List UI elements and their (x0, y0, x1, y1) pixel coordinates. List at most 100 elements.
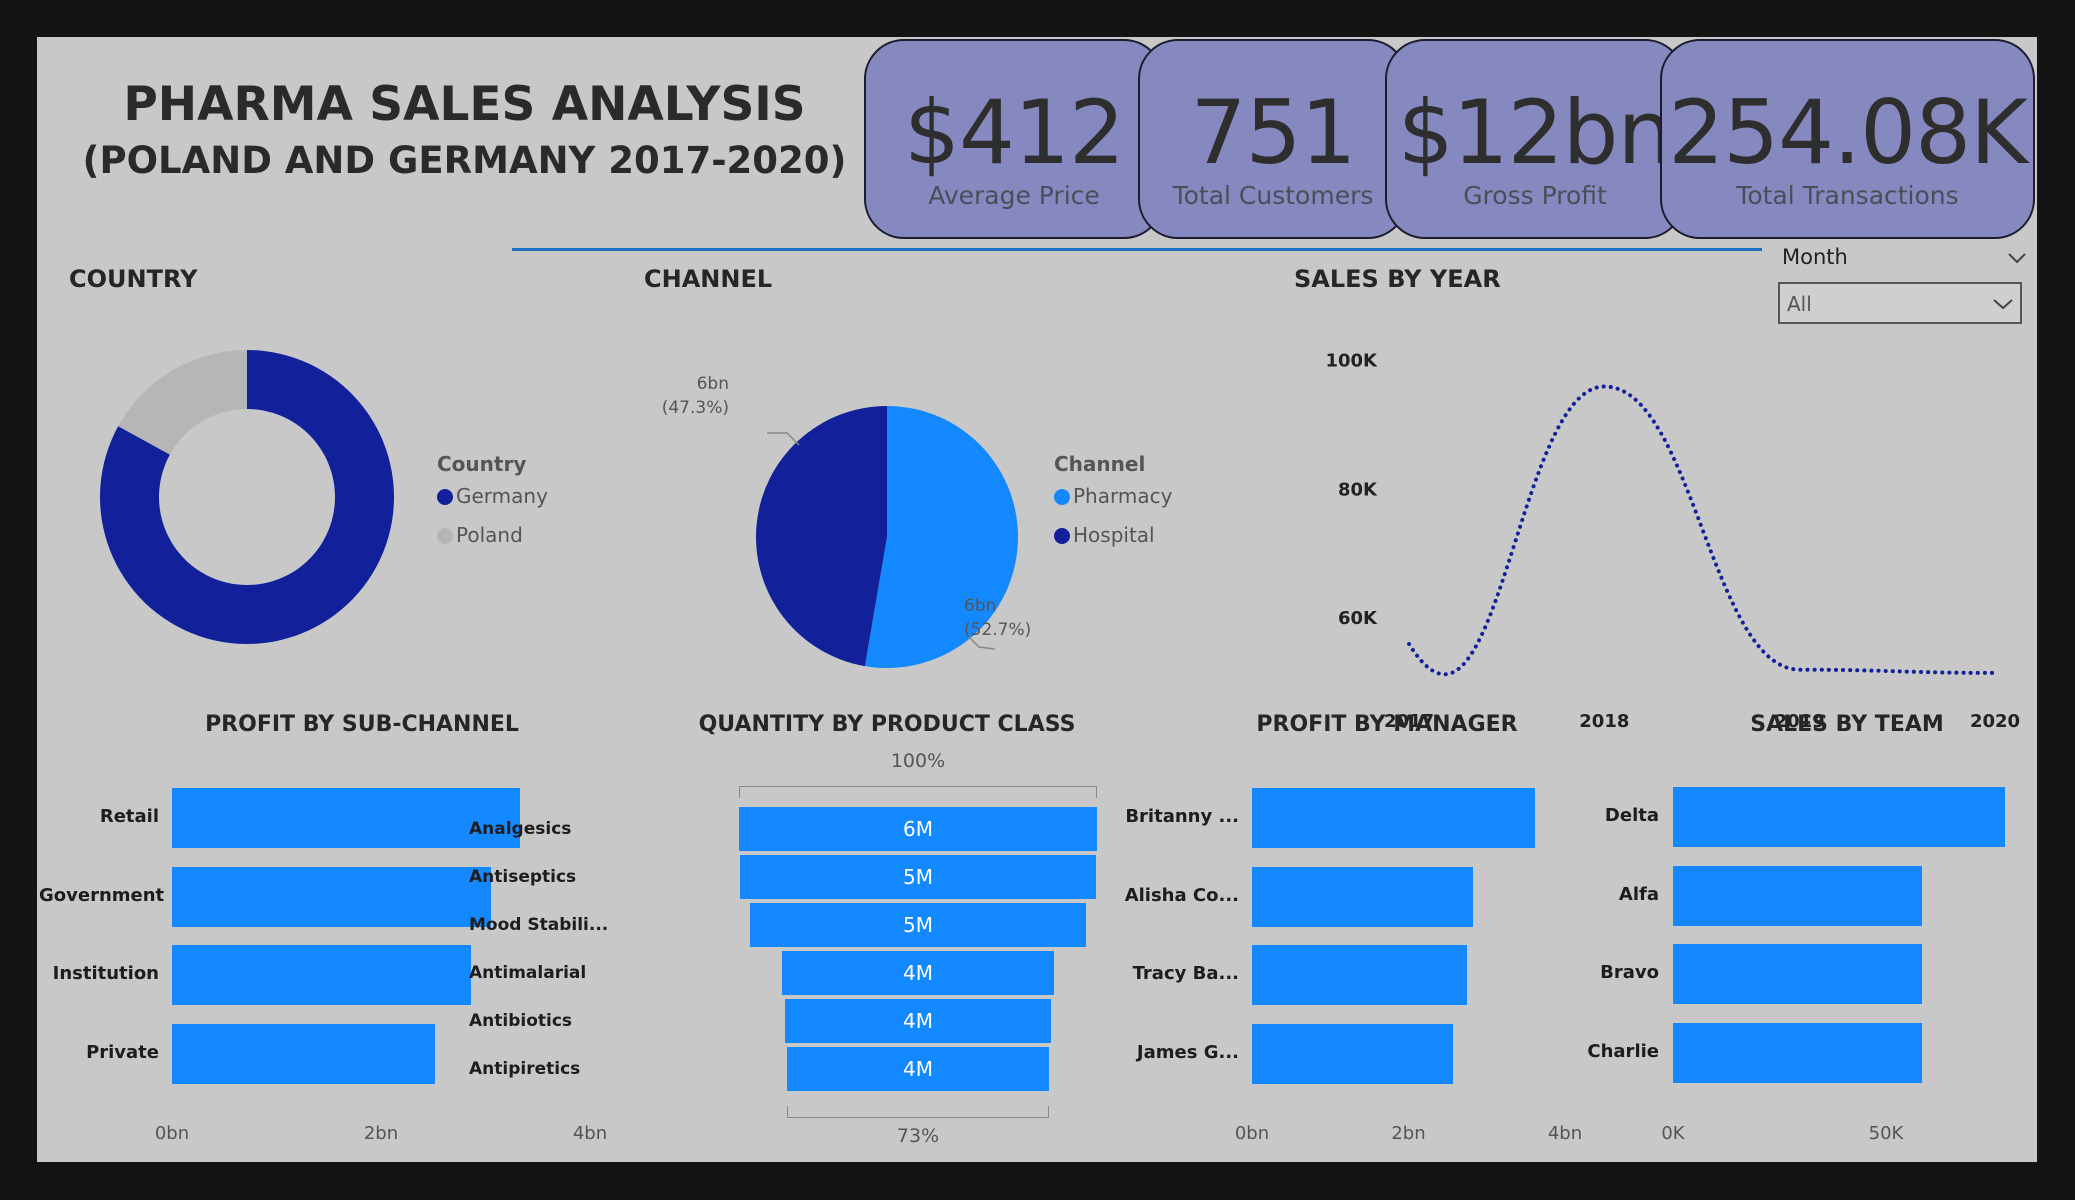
sales-by-team-title: SALES BY TEAM (1750, 712, 1944, 737)
category-label: James G... (1136, 1041, 1239, 1063)
y-tick-label: 60K (1338, 608, 1378, 629)
data-label-percent: (47.3%) (661, 398, 729, 418)
legend-item-poland[interactable]: Poland (437, 523, 523, 547)
kpi-label: Total Customers (1172, 181, 1374, 210)
bar-alfa[interactable] (1673, 865, 1923, 926)
funnel-value-label: 4M (903, 1057, 933, 1081)
category-label: Antipiretics (469, 1059, 581, 1079)
x-tick-label: 0bn (1234, 1123, 1270, 1144)
dashboard-canvas: PHARMA SALES ANALYSIS (POLAND AND GERMAN… (37, 37, 2037, 1162)
bar-alisha-co-[interactable] (1252, 866, 1473, 927)
kpi-label: Total Transactions (1736, 181, 1959, 210)
kpi-card-total-transactions: 254.08K Total Transactions (1660, 39, 2035, 239)
bar-britanny-[interactable] (1252, 788, 1536, 848)
y-tick-label: 100K (1325, 351, 1378, 372)
legend-item-hospital[interactable]: Hospital (1054, 523, 1155, 547)
pharmacy-data-label: 6bn (52.7%) (964, 594, 1031, 642)
country-chart-title: COUNTRY (69, 265, 198, 293)
header-divider (512, 248, 1762, 251)
kpi-label: Average Price (928, 181, 1100, 210)
sales-by-year-title: SALES BY YEAR (1294, 265, 1501, 293)
kpi-card-total-customers: 751 Total Customers (1138, 39, 1408, 239)
category-label: Delta (1604, 805, 1659, 826)
bar-delta[interactable] (1673, 787, 2006, 847)
category-label: Charlie (1587, 1040, 1659, 1062)
leader-line (767, 432, 800, 446)
legend-item-pharmacy[interactable]: Pharmacy (1054, 484, 1172, 508)
bar-james-g-[interactable] (1252, 1023, 1454, 1084)
category-label: Institution (52, 963, 159, 984)
data-label-value: 6bn (964, 596, 997, 616)
x-tick-label: 4bn (1547, 1123, 1583, 1144)
funnel-bottom-percent: 73% (896, 1125, 940, 1147)
profit-by-manager-title: PROFIT BY MANAGER (1256, 712, 1518, 737)
legend-dot-icon (1054, 528, 1070, 544)
hospital-data-label: 6bn (47.3%) (637, 372, 729, 420)
legend-dot-icon (437, 528, 453, 544)
x-tick-label: 0bn (154, 1123, 190, 1144)
bar-tracy-ba-[interactable] (1252, 945, 1468, 1005)
kpi-label: Gross Profit (1463, 181, 1607, 210)
category-label: Antimalarial (469, 963, 587, 983)
x-tick-label: 4bn (572, 1123, 608, 1144)
funnel-bottom-bracket (787, 1106, 1049, 1118)
channel-legend-title: Channel (1054, 452, 1146, 476)
channel-chart-title: CHANNEL (644, 265, 773, 293)
legend-dot-icon (437, 489, 453, 505)
kpi-card-gross-profit: $12bn Gross Profit (1385, 39, 1685, 239)
category-label: Private (86, 1041, 159, 1063)
bar-institution[interactable] (172, 945, 471, 1005)
funnel-value-label: 5M (903, 913, 933, 937)
category-label: Alisha Co... (1124, 884, 1239, 906)
x-tick-label: 2bn (363, 1123, 399, 1144)
legend-dot-icon (1054, 489, 1070, 505)
profit-by-subchannel-title: PROFIT BY SUB-CHANNEL (205, 712, 519, 737)
category-label: Analgesics (469, 819, 572, 839)
legend-item-germany[interactable]: Germany (437, 484, 548, 508)
country-donut-chart (100, 350, 395, 644)
category-label: Alfa (1618, 883, 1659, 905)
bar-charlie[interactable] (1673, 1022, 1923, 1083)
x-tick-label: 2bn (1391, 1123, 1426, 1144)
pie-slice-hospital[interactable] (755, 406, 887, 667)
category-label: Government (39, 884, 165, 906)
legend-label: Hospital (1073, 523, 1155, 547)
kpi-value: 254.08K (1668, 81, 2028, 184)
data-label-value: 6bn (696, 374, 729, 394)
bar-government[interactable] (172, 866, 491, 927)
legend-label: Poland (456, 523, 523, 547)
funnel-top-bracket (739, 786, 1097, 798)
funnel-value-label: 5M (903, 865, 933, 889)
category-label: Retail (99, 806, 159, 827)
category-label: Antiseptics (469, 867, 577, 887)
quantity-by-product-class-title: QUANTITY BY PRODUCT CLASS (698, 712, 1076, 737)
sales-by-year-line-chart: 60K80K100K2017 2018 2019 2020 (1325, 351, 2020, 732)
x-tick-label: 0K (1661, 1123, 1685, 1144)
funnel-top-percent: 100% (890, 750, 946, 772)
bar-bravo[interactable] (1673, 944, 1923, 1004)
funnel-value-label: 4M (903, 1009, 933, 1033)
kpi-value: 751 (1190, 81, 1357, 184)
kpi-card-average-price: $412 Average Price (864, 39, 1164, 239)
country-legend-title: Country (437, 452, 527, 476)
bar-private[interactable] (172, 1023, 436, 1084)
x-tick-label: 50K (1868, 1123, 1904, 1144)
category-label: Bravo (1600, 962, 1659, 983)
page-subtitle: (POLAND AND GERMANY 2017-2020) (82, 139, 847, 182)
funnel-value-label: 6M (903, 817, 933, 841)
page-title: PHARMA SALES ANALYSIS (123, 77, 806, 132)
chevron-down-icon[interactable] (2007, 251, 2027, 265)
category-label: Antibiotics (469, 1011, 573, 1031)
sales-line-series[interactable] (1407, 384, 1997, 677)
category-label: Mood Stabili... (469, 915, 609, 935)
slicer-label: Month (1782, 245, 1848, 269)
kpi-value: $412 (904, 81, 1125, 184)
legend-label: Pharmacy (1073, 484, 1173, 508)
category-label: Britanny ... (1125, 806, 1239, 827)
y-tick-label: 80K (1338, 479, 1378, 500)
funnel-value-label: 4M (903, 961, 933, 985)
legend-label: Germany (456, 484, 548, 508)
category-label: Tracy Ba... (1132, 963, 1239, 984)
bar-retail[interactable] (172, 788, 520, 848)
kpi-value: $12bn (1397, 81, 1674, 184)
